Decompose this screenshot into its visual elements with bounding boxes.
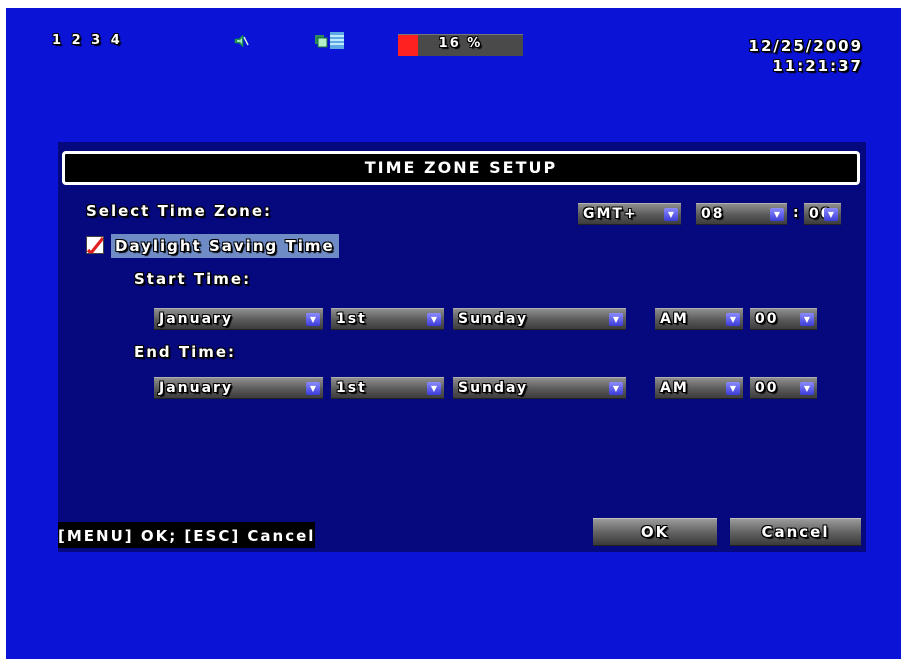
dst-checkbox[interactable] bbox=[86, 236, 105, 256]
date-time: 12/25/2009 11:21:37 bbox=[749, 36, 863, 76]
end-day-select[interactable]: Sunday ▼ bbox=[453, 377, 626, 399]
chevron-down-icon[interactable]: ▼ bbox=[800, 313, 814, 326]
end-time-label: End Time: bbox=[134, 343, 237, 361]
cancel-button[interactable]: Cancel bbox=[730, 518, 861, 546]
start-ampm-value: AM bbox=[660, 311, 689, 327]
end-month-value: January bbox=[159, 380, 234, 396]
audio-icon bbox=[234, 34, 249, 48]
ok-button[interactable]: OK bbox=[593, 518, 717, 546]
chevron-down-icon[interactable]: ▼ bbox=[664, 208, 678, 221]
end-hour-value: 00 bbox=[755, 380, 779, 396]
chevron-down-icon[interactable]: ▼ bbox=[726, 313, 740, 326]
end-hour-select[interactable]: 00 ▼ bbox=[750, 377, 817, 399]
chevron-down-icon[interactable]: ▼ bbox=[306, 382, 320, 395]
chevron-down-icon[interactable]: ▼ bbox=[726, 382, 740, 395]
footer-hint: [MENU] OK; [ESC] Cancel bbox=[58, 522, 316, 548]
hdd-usage-bar: 16 % bbox=[398, 34, 523, 56]
start-month-select[interactable]: January ▼ bbox=[154, 308, 323, 330]
dst-label[interactable]: Daylight Saving Time bbox=[111, 234, 339, 258]
start-week-value: 1st bbox=[336, 311, 367, 327]
end-day-value: Sunday bbox=[458, 380, 529, 396]
end-ampm-value: AM bbox=[660, 380, 689, 396]
end-ampm-select[interactable]: AM ▼ bbox=[655, 377, 743, 399]
chevron-down-icon[interactable]: ▼ bbox=[800, 382, 814, 395]
checkmark-icon bbox=[86, 237, 105, 256]
chevron-down-icon[interactable]: ▼ bbox=[306, 313, 320, 326]
chevron-down-icon[interactable]: ▼ bbox=[427, 313, 441, 326]
tz-hour-select[interactable]: 08 ▼ bbox=[696, 203, 787, 225]
end-month-select[interactable]: January ▼ bbox=[154, 377, 323, 399]
tz-hour-value: 08 bbox=[701, 206, 725, 222]
gmt-value: GMT+ bbox=[583, 206, 638, 222]
gmt-select[interactable]: GMT+ ▼ bbox=[578, 203, 681, 225]
start-day-value: Sunday bbox=[458, 311, 529, 327]
start-hour-select[interactable]: 00 ▼ bbox=[750, 308, 817, 330]
chevron-down-icon[interactable]: ▼ bbox=[609, 382, 623, 395]
start-week-select[interactable]: 1st ▼ bbox=[331, 308, 444, 330]
end-week-select[interactable]: 1st ▼ bbox=[331, 377, 444, 399]
dialog-title: TIME ZONE SETUP bbox=[62, 151, 860, 185]
start-month-value: January bbox=[159, 311, 234, 327]
start-time-label: Start Time: bbox=[134, 270, 252, 288]
record-icon bbox=[315, 32, 344, 49]
chevron-down-icon[interactable]: ▼ bbox=[609, 313, 623, 326]
start-day-select[interactable]: Sunday ▼ bbox=[453, 308, 626, 330]
date-text: 12/25/2009 bbox=[748, 37, 863, 55]
start-hour-value: 00 bbox=[755, 311, 779, 327]
chevron-down-icon[interactable]: ▼ bbox=[427, 382, 441, 395]
tz-minute-select[interactable]: 00 ▼ bbox=[804, 203, 841, 225]
chevron-down-icon[interactable]: ▼ bbox=[770, 208, 784, 221]
tz-separator: : bbox=[793, 205, 801, 221]
chevron-down-icon[interactable]: ▼ bbox=[824, 208, 838, 221]
end-week-value: 1st bbox=[336, 380, 367, 396]
hdd-usage-text: 16 % bbox=[438, 36, 483, 51]
start-ampm-select[interactable]: AM ▼ bbox=[655, 308, 743, 330]
time-text: 11:21:37 bbox=[772, 57, 863, 75]
camera-channel-labels: 1 2 3 4 bbox=[52, 33, 123, 48]
select-time-zone-label: Select Time Zone: bbox=[86, 202, 273, 220]
